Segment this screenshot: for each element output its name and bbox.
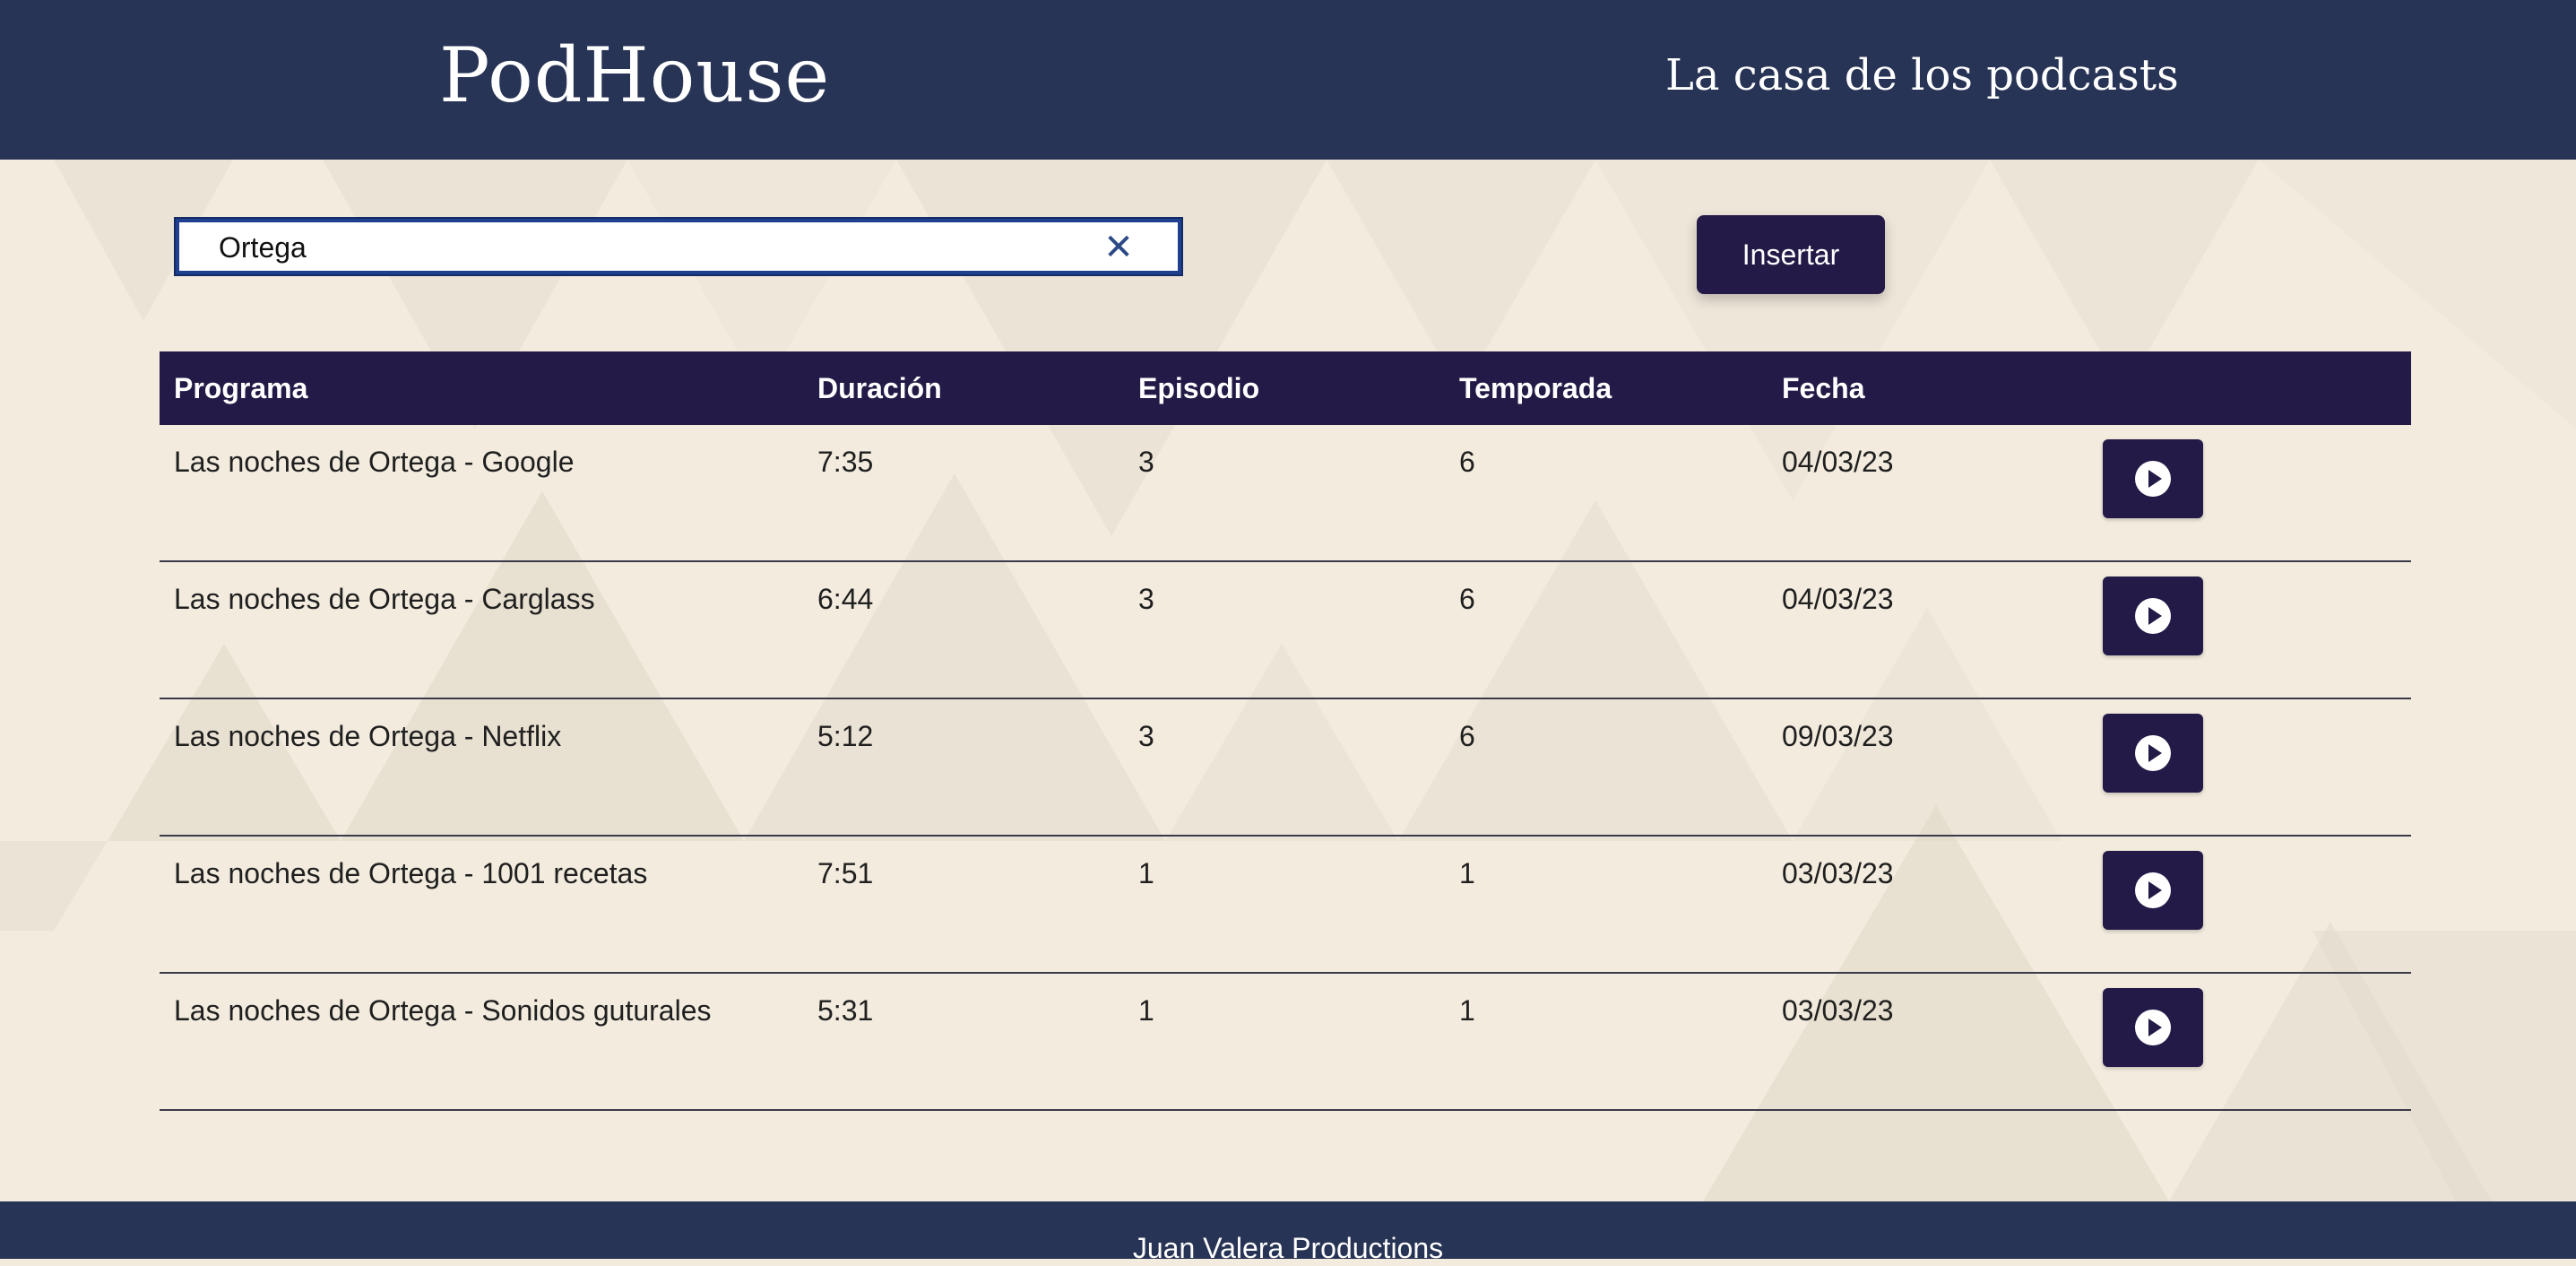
table-header: Programa Duración Episodio Temporada Fec… [160,351,2411,425]
search-box[interactable]: ✕ [174,217,1183,276]
play-icon [2135,1010,2171,1045]
play-icon [2135,872,2171,908]
cell-episodio: 3 [1138,583,1154,615]
cell-duracion: 5:31 [817,994,874,1027]
cell-duracion: 7:35 [817,446,874,478]
column-header-episodio: Episodio [1138,372,1260,404]
play-icon [2135,461,2171,497]
table-row: Las noches de Ortega - Carglass 6:44 3 6… [160,562,2411,699]
play-button[interactable] [2103,851,2203,930]
cell-temporada: 6 [1459,446,1475,478]
cell-programa: Las noches de Ortega - Carglass [174,583,595,615]
cell-fecha: 04/03/23 [1782,446,1894,478]
cell-fecha: 03/03/23 [1782,994,1894,1027]
play-button[interactable] [2103,439,2203,518]
cell-episodio: 3 [1138,446,1154,478]
cell-temporada: 6 [1459,720,1475,752]
cell-programa: Las noches de Ortega - 1001 recetas [174,857,648,889]
play-icon [2135,735,2171,771]
cell-episodio: 3 [1138,720,1154,752]
insert-button[interactable]: Insertar [1697,215,1885,294]
cell-episodio: 1 [1138,994,1154,1027]
column-header-fecha: Fecha [1782,372,1865,404]
cell-programa: Las noches de Ortega - Netflix [174,720,562,752]
cell-programa: Las noches de Ortega - Sonidos guturales [174,994,712,1027]
cell-temporada: 1 [1459,857,1475,889]
table-row: Las noches de Ortega - Google 7:35 3 6 0… [160,425,2411,562]
cell-fecha: 04/03/23 [1782,583,1894,615]
close-icon[interactable]: ✕ [1101,228,1137,267]
table-row: Las noches de Ortega - Sonidos guturales… [160,974,2411,1111]
podcast-table: Programa Duración Episodio Temporada Fec… [160,351,2411,1111]
play-button[interactable] [2103,714,2203,793]
table-row: Las noches de Ortega - 1001 recetas 7:51… [160,837,2411,974]
cell-temporada: 1 [1459,994,1475,1027]
cell-episodio: 1 [1138,857,1154,889]
column-header-programa: Programa [174,372,308,404]
cell-duracion: 6:44 [817,583,874,615]
cell-fecha: 09/03/23 [1782,720,1894,752]
column-header-temporada: Temporada [1459,372,1612,404]
footer-credit: Juan Valera Productions [1132,1232,1444,1264]
search-input[interactable] [219,228,1025,267]
column-header-duracion: Duración [817,372,942,404]
site-header: PodHouse La casa de los podcasts [0,0,2576,160]
tagline: La casa de los podcasts [1665,50,2179,100]
cell-temporada: 6 [1459,583,1475,615]
play-icon [2135,598,2171,634]
cell-duracion: 5:12 [817,720,874,752]
play-button[interactable] [2103,988,2203,1067]
cell-duracion: 7:51 [817,857,874,889]
table-row: Las noches de Ortega - Netflix 5:12 3 6 … [160,699,2411,837]
brand-logo[interactable]: PodHouse [439,30,830,120]
cell-programa: Las noches de Ortega - Google [174,446,575,478]
cell-fecha: 03/03/23 [1782,857,1894,889]
site-footer: Juan Valera Productions [0,1201,2576,1264]
play-button[interactable] [2103,577,2203,655]
